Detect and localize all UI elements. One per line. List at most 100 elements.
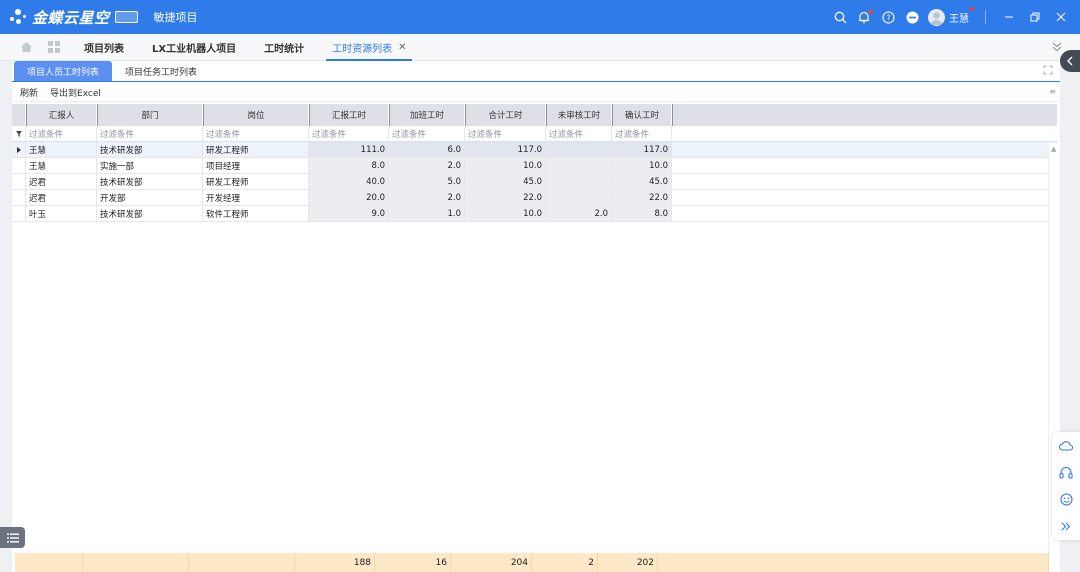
restore-icon[interactable] bbox=[1022, 0, 1048, 34]
table-row[interactable]: 迟君 开发部 开发经理 20.0 2.0 22.0 22.0 bbox=[12, 190, 1058, 206]
cell-unreviewed bbox=[546, 158, 612, 174]
cell-unreviewed bbox=[546, 174, 612, 190]
cell-filler bbox=[672, 158, 1058, 174]
total-overtime: 16 bbox=[375, 553, 451, 572]
tab-label: 项目列表 bbox=[84, 43, 124, 55]
cell-total: 10.0 bbox=[465, 158, 546, 174]
table-row[interactable]: 王慧 实施一部 项目经理 8.0 2.0 10.0 10.0 bbox=[12, 158, 1058, 174]
top-bar: 金蝶云星空 敏捷项目 ? 王慧 bbox=[0, 0, 1080, 34]
row-indicator bbox=[12, 174, 26, 190]
toolbar: 刷新 导出到Excel ≡ bbox=[12, 83, 1060, 102]
cell-filler bbox=[672, 174, 1058, 190]
side-panel-toggle[interactable] bbox=[1060, 50, 1080, 72]
cell-dept: 技术研发部 bbox=[97, 174, 203, 190]
tab-hours-stats[interactable]: 工时统计 bbox=[250, 34, 318, 61]
divider bbox=[985, 10, 986, 24]
cell-total: 45.0 bbox=[465, 174, 546, 190]
home-icon[interactable] bbox=[18, 39, 34, 55]
cell-reported: 40.0 bbox=[309, 174, 389, 190]
cell-post: 项目经理 bbox=[203, 158, 309, 174]
cell-reported: 111.0 bbox=[309, 142, 389, 158]
total-spacer bbox=[15, 553, 83, 572]
apps-grid-icon[interactable] bbox=[46, 39, 62, 55]
tab-close-icon[interactable]: ✕ bbox=[398, 42, 406, 53]
cell-dept: 开发部 bbox=[97, 190, 203, 206]
filter-dept[interactable]: 过滤条件 bbox=[97, 126, 203, 142]
edition-badge bbox=[114, 11, 138, 23]
row-indicator bbox=[12, 206, 26, 222]
bell-icon[interactable] bbox=[856, 9, 873, 25]
filter-row: 过滤条件 过滤条件 过滤条件 过滤条件 过滤条件 过滤条件 过滤条件 过滤条件 bbox=[12, 126, 1058, 142]
tab-hours-resource-list[interactable]: 工时资源列表 ✕ bbox=[318, 34, 420, 61]
col-header-overtime[interactable]: 加班工时 bbox=[389, 104, 465, 126]
cell-confirmed: 22.0 bbox=[612, 190, 672, 206]
cell-post: 软件工程师 bbox=[203, 206, 309, 222]
col-header-reporter[interactable]: 汇报人 bbox=[26, 104, 97, 126]
filter-reported[interactable]: 过滤条件 bbox=[309, 126, 389, 142]
cell-confirmed: 8.0 bbox=[612, 206, 672, 222]
tab-project-list[interactable]: 项目列表 bbox=[70, 34, 138, 61]
cloud-icon[interactable] bbox=[1052, 432, 1080, 459]
export-excel-button[interactable]: 导出到Excel bbox=[50, 86, 101, 99]
user-menu[interactable]: 王慧 bbox=[928, 6, 974, 26]
list-icon[interactable] bbox=[0, 527, 25, 548]
tab-robot-project[interactable]: LX工业机器人项目 bbox=[138, 34, 250, 61]
cell-unreviewed bbox=[546, 190, 612, 206]
filter-total[interactable]: 过滤条件 bbox=[465, 126, 546, 142]
cell-total: 10.0 bbox=[465, 206, 546, 222]
filter-icon[interactable] bbox=[12, 126, 26, 142]
filter-overtime[interactable]: 过滤条件 bbox=[389, 126, 465, 142]
toolbar-overflow-icon[interactable]: ≡ bbox=[1049, 87, 1056, 96]
subtab-person-hours[interactable]: 项目人员工时列表 bbox=[14, 61, 113, 81]
subtab-task-hours[interactable]: 项目任务工时列表 bbox=[112, 61, 210, 81]
refresh-button[interactable]: 刷新 bbox=[20, 86, 38, 99]
header-indicator bbox=[12, 104, 26, 126]
smile-icon[interactable] bbox=[1052, 486, 1080, 513]
cell-reporter: 王慧 bbox=[26, 158, 97, 174]
search-icon[interactable] bbox=[832, 9, 848, 25]
total-total: 204 bbox=[451, 553, 532, 572]
collapse-icon[interactable] bbox=[1050, 40, 1064, 54]
logo[interactable]: 金蝶云星空 bbox=[10, 7, 138, 28]
col-header-total[interactable]: 合计工时 bbox=[465, 104, 546, 126]
cell-reporter: 叶玉 bbox=[26, 206, 97, 222]
total-filler bbox=[658, 553, 1049, 572]
cell-reporter: 迟君 bbox=[26, 174, 97, 190]
filter-reporter[interactable]: 过滤条件 bbox=[26, 126, 97, 142]
minus-circle-icon[interactable] bbox=[904, 9, 920, 25]
cell-filler bbox=[672, 206, 1058, 222]
logo-text: 金蝶云星空 bbox=[32, 8, 110, 27]
help-icon[interactable]: ? bbox=[880, 9, 896, 25]
app-name[interactable]: 敏捷项目 bbox=[154, 9, 198, 25]
cell-overtime: 2.0 bbox=[389, 190, 465, 206]
subtab-label: 项目任务工时列表 bbox=[125, 67, 198, 78]
headset-icon[interactable] bbox=[1052, 459, 1080, 486]
cell-overtime: 6.0 bbox=[389, 142, 465, 158]
table-row[interactable]: 王慧 技术研发部 研发工程师 111.0 6.0 117.0 117.0 bbox=[12, 142, 1058, 158]
expand-icon[interactable] bbox=[1042, 64, 1054, 76]
close-icon[interactable] bbox=[1048, 0, 1074, 34]
scroll-up-icon[interactable]: ▲ bbox=[1051, 145, 1056, 153]
cell-total: 117.0 bbox=[465, 142, 546, 158]
row-indicator bbox=[12, 190, 26, 206]
col-header-reported[interactable]: 汇报工时 bbox=[309, 104, 389, 126]
col-header-confirmed[interactable]: 确认工时 bbox=[612, 104, 672, 126]
filter-post[interactable]: 过滤条件 bbox=[203, 126, 309, 142]
col-header-unreviewed[interactable]: 未审核工时 bbox=[546, 104, 612, 126]
avatar bbox=[928, 8, 945, 26]
table-row[interactable]: 叶玉 技术研发部 软件工程师 9.0 1.0 10.0 2.0 8.0 bbox=[12, 206, 1058, 222]
col-header-post[interactable]: 岗位 bbox=[203, 104, 309, 126]
double-chevron-icon[interactable] bbox=[1052, 513, 1080, 540]
cell-post: 研发工程师 bbox=[203, 174, 309, 190]
floating-toolbar bbox=[1052, 432, 1080, 540]
filter-confirmed[interactable]: 过滤条件 bbox=[612, 126, 672, 142]
col-header-dept[interactable]: 部门 bbox=[97, 104, 203, 126]
notification-dot bbox=[869, 10, 873, 14]
filter-unreviewed[interactable]: 过滤条件 bbox=[546, 126, 612, 142]
subtab-label: 项目人员工时列表 bbox=[27, 67, 100, 78]
table-row[interactable]: 迟君 技术研发部 研发工程师 40.0 5.0 45.0 45.0 bbox=[12, 174, 1058, 190]
cell-dept: 技术研发部 bbox=[97, 142, 203, 158]
minimize-icon[interactable] bbox=[996, 0, 1022, 34]
user-notification-dot bbox=[970, 6, 974, 11]
tab-label: 工时资源列表 bbox=[332, 43, 393, 55]
